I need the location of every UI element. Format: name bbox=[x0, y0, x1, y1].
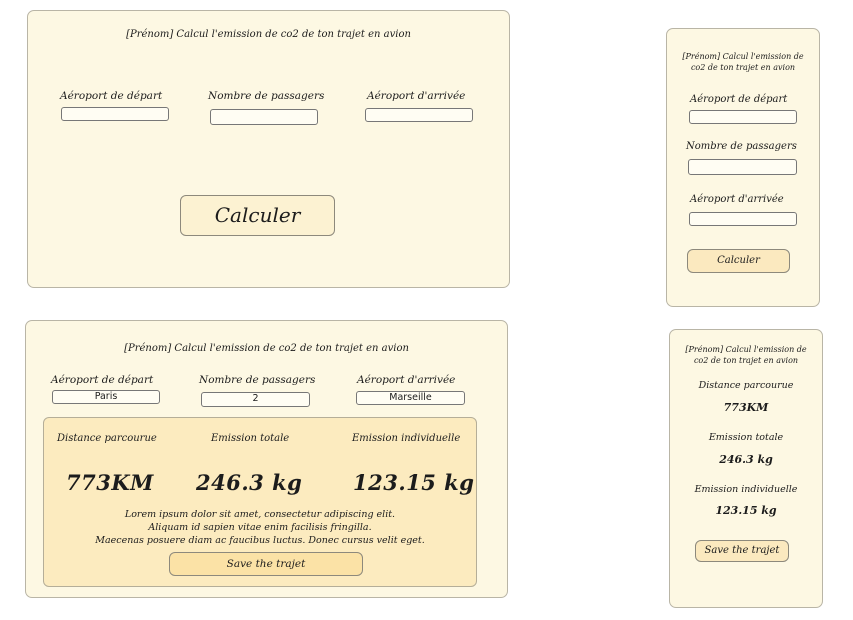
passengers-input[interactable] bbox=[210, 109, 318, 125]
individual-emission-value: 123.15 kg bbox=[353, 470, 475, 495]
description-text: Lorem ipsum dolor sit amet, consectetur … bbox=[44, 508, 476, 547]
individual-emission-label: Emission individuelle bbox=[694, 484, 798, 495]
arrival-label: Aéroport d'arrivée bbox=[367, 90, 466, 102]
title-line: co2 de ton trajet en avion bbox=[693, 356, 799, 365]
departure-label: Aéroport de départ bbox=[690, 94, 788, 105]
arrival-label: Aéroport d'arrivée bbox=[357, 374, 456, 386]
title-line: [Prénom] Calcul l'emission de bbox=[685, 345, 807, 354]
arrival-input[interactable] bbox=[365, 108, 473, 122]
departure-label: Aéroport de départ bbox=[60, 90, 163, 102]
title-line: co2 de ton trajet en avion bbox=[690, 63, 796, 72]
distance-label: Distance parcourue bbox=[57, 433, 157, 444]
total-emission-label: Emission totale bbox=[708, 432, 784, 443]
desktop-result-card: [Prénom] Calcul l'emission de co2 de ton… bbox=[25, 320, 508, 598]
result-panel: Distance parcourue Emission totale Emiss… bbox=[43, 417, 477, 587]
calculate-button[interactable]: Calculer bbox=[180, 195, 335, 236]
title-line: [Prénom] Calcul l'emission de bbox=[682, 52, 804, 61]
passengers-label: Nombre de passagers bbox=[199, 374, 316, 386]
save-trajet-button[interactable]: Save the trajet bbox=[169, 552, 363, 576]
arrival-input[interactable]: Marseille bbox=[356, 391, 465, 405]
distance-value: 773KM bbox=[723, 401, 769, 414]
calculate-button[interactable]: Calculer bbox=[687, 249, 790, 273]
total-emission-label: Emission totale bbox=[211, 433, 290, 444]
mobile-result-card: [Prénom] Calcul l'emission de co2 de ton… bbox=[669, 329, 823, 608]
distance-label: Distance parcourue bbox=[698, 380, 794, 391]
departure-label: Aéroport de départ bbox=[51, 374, 154, 386]
arrival-label: Aéroport d'arrivée bbox=[690, 194, 784, 205]
departure-input[interactable]: Paris bbox=[52, 390, 160, 404]
description-line: Maecenas posuere diam ac faucibus luctus… bbox=[95, 535, 425, 546]
total-emission-value: 246.3 kg bbox=[719, 453, 773, 466]
description-line: Aliquam id sapien vitae enim facilisis f… bbox=[148, 522, 372, 533]
passengers-label: Nombre de passagers bbox=[686, 141, 797, 152]
page-title: [Prénom] Calcul l'emission de co2 de ton… bbox=[667, 51, 819, 73]
page-title: [Prénom] Calcul l'emission de co2 de ton… bbox=[126, 29, 411, 40]
description-line: Lorem ipsum dolor sit amet, consectetur … bbox=[124, 509, 396, 520]
mobile-form-card: [Prénom] Calcul l'emission de co2 de ton… bbox=[666, 28, 820, 307]
desktop-form-card: [Prénom] Calcul l'emission de co2 de ton… bbox=[27, 10, 510, 288]
page-title: [Prénom] Calcul l'emission de co2 de ton… bbox=[124, 343, 409, 354]
departure-input[interactable] bbox=[689, 110, 797, 124]
arrival-input[interactable] bbox=[689, 212, 797, 226]
total-emission-value: 246.3 kg bbox=[196, 470, 303, 495]
individual-emission-label: Emission individuelle bbox=[352, 433, 461, 444]
page-title: [Prénom] Calcul l'emission de co2 de ton… bbox=[670, 344, 822, 366]
passengers-label: Nombre de passagers bbox=[208, 90, 325, 102]
passengers-input[interactable] bbox=[688, 159, 797, 175]
departure-input[interactable] bbox=[61, 107, 169, 121]
passengers-input[interactable]: 2 bbox=[201, 392, 310, 407]
save-trajet-button[interactable]: Save the trajet bbox=[695, 540, 789, 562]
individual-emission-value: 123.15 kg bbox=[715, 504, 777, 517]
distance-value: 773KM bbox=[66, 470, 154, 495]
